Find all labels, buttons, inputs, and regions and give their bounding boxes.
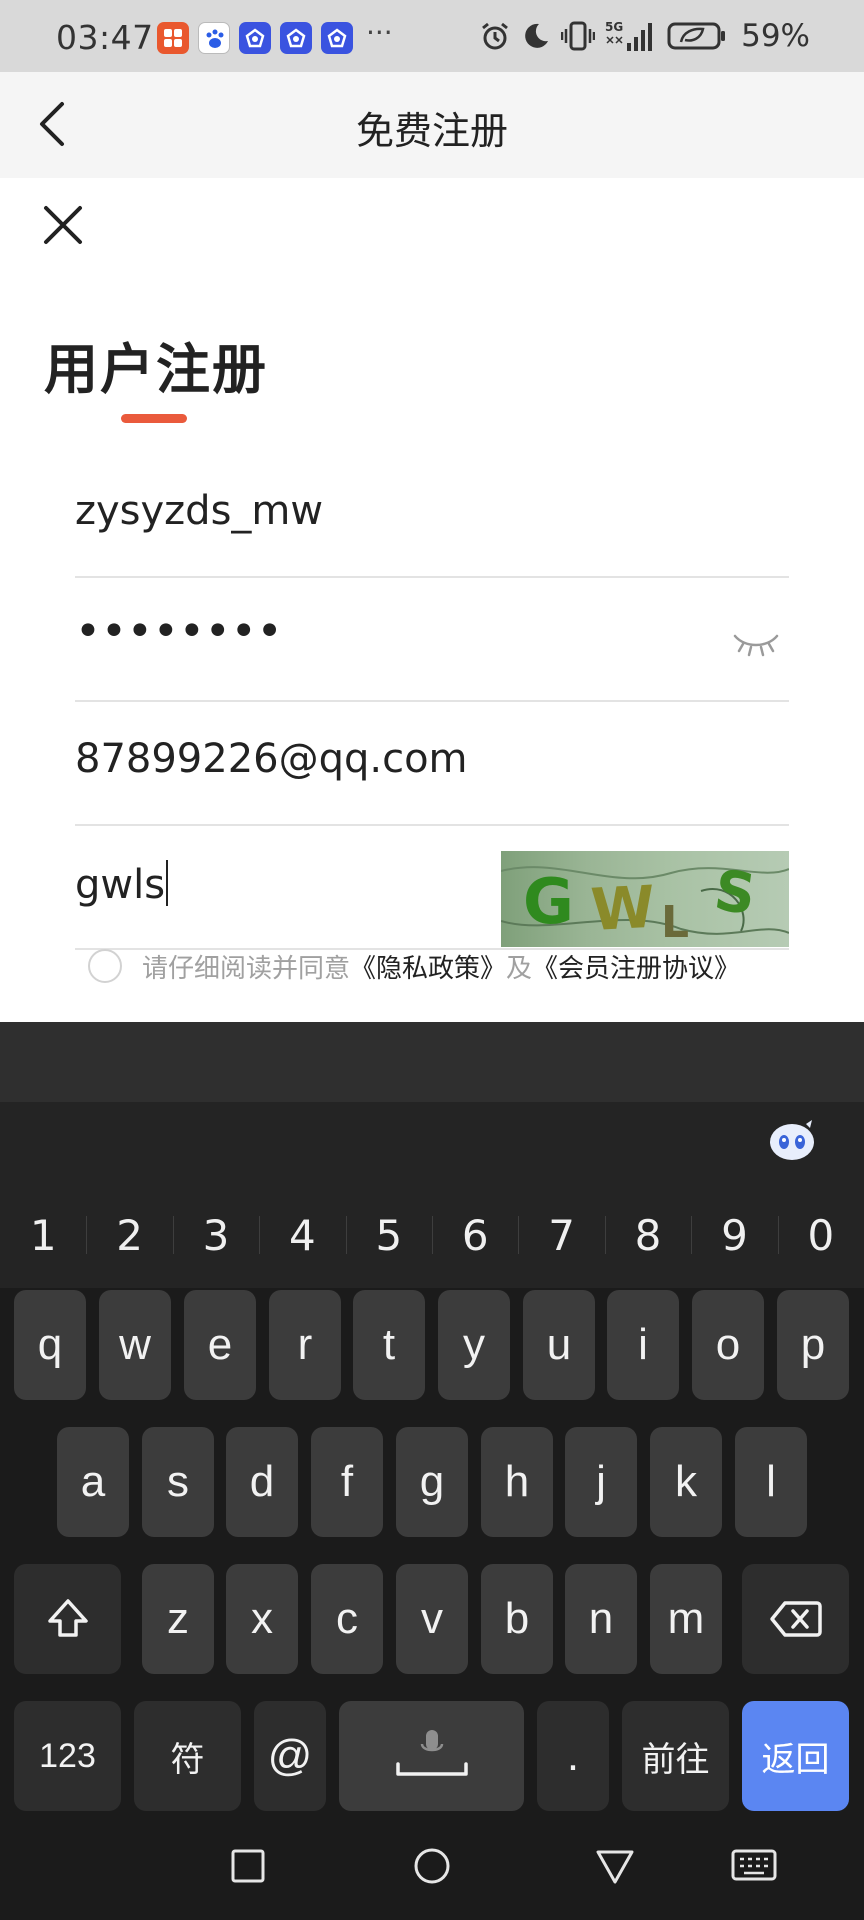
alarm-icon bbox=[482, 22, 509, 50]
key-y[interactable]: y bbox=[438, 1290, 510, 1400]
key-6[interactable]: 6 bbox=[432, 1182, 518, 1288]
username-field[interactable]: zysyzds_mw bbox=[75, 454, 789, 578]
go-key[interactable]: 前往 bbox=[622, 1701, 729, 1811]
key-p[interactable]: p bbox=[777, 1290, 849, 1400]
key-n[interactable]: n bbox=[565, 1564, 637, 1674]
battery-percent: 59% bbox=[741, 18, 810, 54]
key-v[interactable]: v bbox=[396, 1564, 468, 1674]
key-k[interactable]: k bbox=[650, 1427, 722, 1537]
email-field[interactable]: 87899226@qq.com bbox=[75, 702, 789, 826]
backspace-key[interactable] bbox=[742, 1564, 849, 1674]
app-icon bbox=[239, 22, 271, 54]
agree-checkbox[interactable] bbox=[88, 949, 122, 983]
app-icon bbox=[280, 22, 312, 54]
vibrate-icon bbox=[561, 21, 596, 51]
key-j[interactable]: j bbox=[565, 1427, 637, 1537]
heading-underline bbox=[121, 414, 187, 423]
register-heading: 用户注册 bbox=[44, 338, 268, 401]
keyboard-mascot-icon[interactable] bbox=[768, 1118, 816, 1162]
key-i[interactable]: i bbox=[607, 1290, 679, 1400]
title-bar: 免费注册 bbox=[0, 72, 864, 178]
username-value: zysyzds_mw bbox=[75, 488, 324, 534]
key-3[interactable]: 3 bbox=[172, 1182, 259, 1288]
key-u[interactable]: u bbox=[523, 1290, 595, 1400]
key-z[interactable]: z bbox=[142, 1564, 214, 1674]
baidu-icon bbox=[198, 22, 230, 54]
keyboard-toolbar bbox=[0, 1102, 864, 1182]
key-m[interactable]: m bbox=[650, 1564, 722, 1674]
key-e[interactable]: e bbox=[184, 1290, 256, 1400]
app-icon bbox=[321, 22, 353, 54]
status-bar: 03:47 ··· 5G 59% bbox=[0, 0, 864, 72]
key-r[interactable]: r bbox=[269, 1290, 341, 1400]
number-row: 1 2 3 4 5 6 7 8 9 0 bbox=[0, 1182, 864, 1288]
eye-closed-icon[interactable] bbox=[733, 632, 779, 658]
password-field[interactable]: •••••••• bbox=[75, 578, 789, 702]
key-a[interactable]: a bbox=[57, 1427, 129, 1537]
at-key[interactable]: @ bbox=[254, 1701, 326, 1811]
captcha-letter-w: W bbox=[589, 873, 656, 944]
back-icon[interactable] bbox=[594, 1846, 636, 1886]
space-key[interactable] bbox=[339, 1701, 524, 1811]
key-c[interactable]: c bbox=[311, 1564, 383, 1674]
recent-apps-icon[interactable] bbox=[228, 1846, 268, 1886]
key-s[interactable]: s bbox=[142, 1427, 214, 1537]
close-icon bbox=[44, 206, 82, 244]
key-o[interactable]: o bbox=[692, 1290, 764, 1400]
key-w[interactable]: w bbox=[99, 1290, 171, 1400]
key-7[interactable]: 7 bbox=[518, 1182, 604, 1288]
backspace-icon bbox=[769, 1601, 822, 1637]
email-value: 87899226@qq.com bbox=[75, 736, 468, 782]
member-agreement-link[interactable]: 《会员注册协议》 bbox=[532, 948, 740, 985]
key-4[interactable]: 4 bbox=[259, 1182, 345, 1288]
key-b[interactable]: b bbox=[481, 1564, 553, 1674]
period-key[interactable]: . bbox=[537, 1701, 609, 1811]
key-5[interactable]: 5 bbox=[345, 1182, 432, 1288]
key-1[interactable]: 1 bbox=[0, 1182, 86, 1288]
navigation-bar bbox=[0, 1816, 864, 1920]
captcha-letter-g: G bbox=[523, 865, 574, 938]
key-t[interactable]: t bbox=[353, 1290, 425, 1400]
moon-icon bbox=[525, 23, 549, 48]
shift-key[interactable] bbox=[14, 1564, 121, 1674]
key-g[interactable]: g bbox=[396, 1427, 468, 1537]
close-button[interactable] bbox=[38, 200, 88, 250]
shift-icon bbox=[47, 1599, 88, 1637]
key-l[interactable]: l bbox=[735, 1427, 807, 1537]
network-type-label: 5G bbox=[605, 20, 623, 34]
agreement-joiner: 及 bbox=[506, 953, 533, 984]
status-time: 03:47 bbox=[56, 18, 154, 57]
captcha-letter-l: L bbox=[661, 897, 689, 947]
key-8[interactable]: 8 bbox=[604, 1182, 691, 1288]
symbols-key[interactable]: 符 bbox=[134, 1701, 241, 1811]
key-x[interactable]: x bbox=[226, 1564, 298, 1674]
captcha-image[interactable]: G W L S bbox=[501, 851, 789, 947]
password-value: •••••••• bbox=[75, 606, 283, 657]
keyboard-hide-icon[interactable] bbox=[730, 1846, 778, 1886]
overflow-icon: ··· bbox=[366, 16, 393, 49]
signal-icon: 5G bbox=[605, 20, 653, 51]
agreement-prefix: 请仔细阅读并同意 bbox=[142, 953, 351, 984]
soft-keyboard: 1 2 3 4 5 6 7 8 9 0 q w e r t y u i o p … bbox=[0, 1022, 864, 1920]
text-caret bbox=[166, 860, 169, 906]
captcha-letter-s: S bbox=[710, 858, 759, 928]
key-h[interactable]: h bbox=[481, 1427, 553, 1537]
key-f[interactable]: f bbox=[311, 1427, 383, 1537]
key-0[interactable]: 0 bbox=[777, 1182, 864, 1288]
key-9[interactable]: 9 bbox=[691, 1182, 777, 1288]
key-d[interactable]: d bbox=[226, 1427, 298, 1537]
agreement-row: 请仔细阅读并同意 《隐私政策》 及 《会员注册协议》 bbox=[88, 946, 740, 986]
privacy-policy-link[interactable]: 《隐私政策》 bbox=[350, 948, 506, 985]
keyboard-top-strip bbox=[0, 1022, 864, 1102]
key-q[interactable]: q bbox=[14, 1290, 86, 1400]
mic-space-icon bbox=[395, 1730, 468, 1776]
return-key[interactable]: 返回 bbox=[742, 1701, 849, 1811]
numbers-mode-key[interactable]: 123 bbox=[14, 1701, 121, 1811]
captcha-input-value: gwls bbox=[75, 860, 169, 908]
battery-icon bbox=[667, 22, 726, 50]
app-notification-icon bbox=[157, 22, 189, 54]
key-2[interactable]: 2 bbox=[86, 1182, 172, 1288]
home-icon[interactable] bbox=[412, 1846, 452, 1886]
page-title: 免费注册 bbox=[355, 109, 508, 153]
